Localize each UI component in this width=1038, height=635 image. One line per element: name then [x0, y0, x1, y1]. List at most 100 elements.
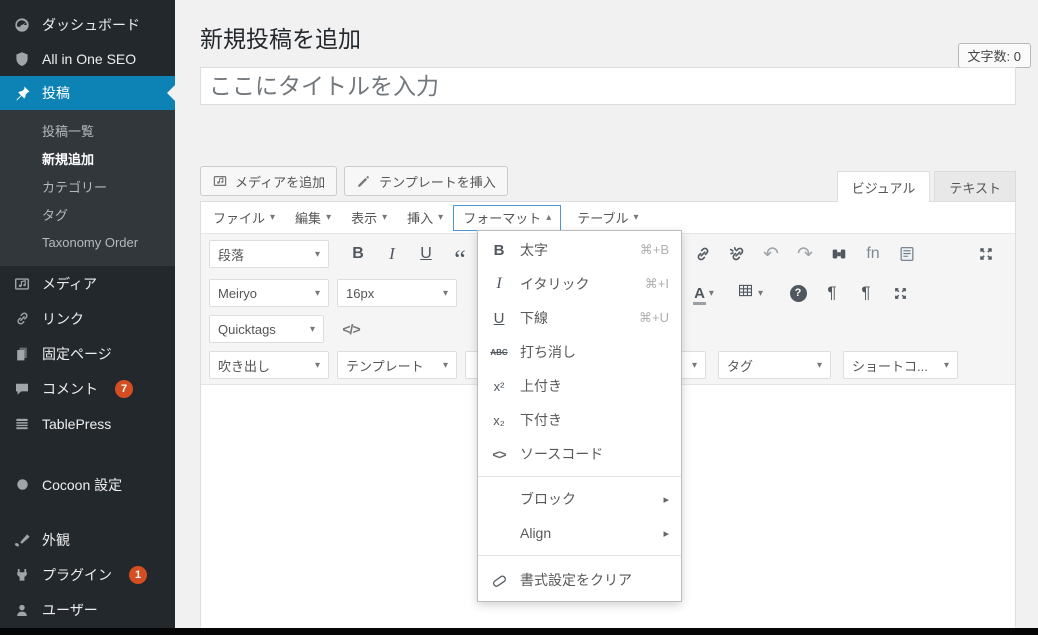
format-menu-item-underline[interactable]: U 下線 ⌘+U: [478, 301, 681, 335]
sidebar-item-tablepress[interactable]: TablePress: [0, 406, 175, 441]
menu-file[interactable]: ファイル ▾: [203, 205, 285, 231]
format-item-label: Align: [520, 525, 552, 541]
submenu-item-categories[interactable]: カテゴリー: [0, 172, 175, 200]
underline-button[interactable]: U: [409, 240, 443, 268]
submenu-item-taxonomy-order[interactable]: Taxonomy Order: [0, 228, 175, 256]
post-title-input[interactable]: [200, 67, 1016, 105]
link-button[interactable]: [686, 240, 720, 268]
eraser-icon: [487, 572, 511, 589]
sidebar-item-media[interactable]: メディア: [0, 266, 175, 301]
footnote-icon[interactable]: fn: [856, 240, 890, 268]
add-media-button[interactable]: メディアを追加: [200, 166, 338, 196]
expand-icon[interactable]: [883, 279, 917, 307]
text-color-button[interactable]: A ▾: [681, 279, 727, 307]
menu-view[interactable]: 表示 ▾: [341, 205, 397, 231]
submenu-item-label: 投稿一覧: [42, 123, 95, 139]
admin-sidebar: ダッシュボード All in One SEO 投稿 投稿一覧 新規追加 カテゴリ…: [0, 0, 175, 635]
format-menu-item-bold[interactable]: B 太字 ⌘+B: [478, 233, 681, 267]
font-family-select[interactable]: Meiryo ▾: [209, 279, 329, 307]
menu-label: 表示: [351, 211, 378, 226]
format-menu-item-italic[interactable]: I イタリック ⌘+I: [478, 267, 681, 301]
blockquote-button[interactable]: “: [443, 240, 477, 273]
unlink-button[interactable]: [720, 240, 754, 268]
sidebar-item-pages[interactable]: 固定ページ: [0, 336, 175, 371]
sidebar-item-links[interactable]: リンク: [0, 301, 175, 336]
paragraph-mark-button-2[interactable]: ¶: [849, 279, 883, 307]
page-title: 新規投稿を追加: [200, 26, 361, 52]
plugins-count-badge: 1: [129, 565, 147, 584]
chevron-down-icon: ▾: [309, 323, 315, 335]
tab-text[interactable]: テキスト: [934, 171, 1016, 201]
toolbar-row2-right-group: A ▾ ▾ ? ¶ ¶: [681, 279, 917, 307]
shortcut-label: ⌘+B: [639, 242, 669, 257]
sidebar-item-comments[interactable]: コメント 7: [0, 371, 175, 406]
sidebar-item-posts[interactable]: 投稿: [0, 76, 175, 110]
submenu-item-add-new[interactable]: 新規追加: [0, 144, 175, 172]
sidebar-item-plugins[interactable]: プラグイン 1: [0, 557, 175, 592]
redo-icon[interactable]: ↷: [788, 240, 822, 268]
fullscreen-icon[interactable]: [969, 240, 1003, 268]
format-menu-item-superscript[interactable]: x² 上付き: [478, 369, 681, 403]
menu-separator: [478, 555, 681, 556]
format-menu-item-subscript[interactable]: x₂ 下付き: [478, 403, 681, 437]
sidebar-item-dashboard[interactable]: ダッシュボード: [0, 8, 175, 42]
quicktags-select[interactable]: Quicktags ▾: [209, 315, 324, 343]
menu-table[interactable]: テーブル ▾: [567, 205, 648, 231]
undo-icon[interactable]: ↶: [754, 240, 788, 268]
italic-button[interactable]: I: [375, 240, 409, 268]
menu-edit[interactable]: 編集 ▾: [285, 205, 341, 231]
submenu-item-tags[interactable]: タグ: [0, 200, 175, 228]
menu-label: ファイル: [213, 211, 266, 226]
sidebar-item-appearance[interactable]: 外観: [0, 522, 175, 557]
pencil-icon: [356, 173, 372, 189]
submenu-arrow-icon: ▸: [663, 527, 669, 540]
font-size-select[interactable]: 16px ▾: [337, 279, 457, 307]
search-replace-icon[interactable]: [822, 240, 856, 268]
menu-insert[interactable]: 挿入 ▾: [397, 205, 453, 231]
sidebar-item-users[interactable]: ユーザー: [0, 592, 175, 627]
table-button[interactable]: ▾: [727, 279, 773, 307]
sidebar-item-label: All in One SEO: [42, 51, 137, 67]
circle-icon: [12, 475, 32, 495]
submenu-item-all-posts[interactable]: 投稿一覧: [0, 116, 175, 144]
select-value: タグ: [727, 358, 754, 374]
format-menu-item-blocks[interactable]: ブロック ▸: [478, 482, 681, 516]
sidebar-item-aioseo[interactable]: All in One SEO: [0, 42, 175, 76]
chevron-down-icon: ▾: [633, 212, 639, 223]
chevron-down-icon: ▾: [442, 359, 448, 371]
select-value: Quicktags: [218, 321, 276, 337]
shortcode-select[interactable]: ショートコ... ▾: [843, 351, 958, 379]
format-menu-item-align[interactable]: Align ▸: [478, 516, 681, 550]
shield-icon: [12, 49, 32, 69]
paragraph-mark-button[interactable]: ¶: [815, 279, 849, 307]
template-select[interactable]: テンプレート ▾: [337, 351, 457, 379]
insert-template-button[interactable]: テンプレートを挿入: [344, 166, 508, 196]
strikethrough-icon: ABC: [490, 347, 508, 357]
select-value: テンプレート: [346, 358, 424, 374]
block-format-select[interactable]: 段落 ▾: [209, 240, 329, 268]
tab-visual[interactable]: ビジュアル: [836, 171, 931, 202]
format-item-label: 打ち消し: [520, 344, 576, 360]
table-grid-icon: [737, 282, 754, 304]
format-item-label: イタリック: [520, 276, 590, 292]
tag-select[interactable]: タグ ▾: [718, 351, 831, 379]
format-menu-item-clear-formatting[interactable]: 書式設定をクリア: [478, 561, 681, 599]
submenu-item-label: Taxonomy Order: [42, 234, 139, 250]
help-button[interactable]: ?: [781, 279, 815, 307]
table-of-contents-icon[interactable]: [890, 240, 924, 268]
format-menu-item-source-code[interactable]: <> ソースコード: [478, 437, 681, 471]
menu-label: フォーマット: [463, 211, 542, 226]
chevron-down-icon: ▾: [314, 287, 320, 299]
superscript-icon: x²: [493, 378, 505, 394]
format-item-label: ブロック: [520, 491, 576, 507]
menu-format[interactable]: フォーマット ▴: [453, 204, 562, 231]
bold-button[interactable]: B: [341, 240, 375, 268]
sidebar-item-cocoon[interactable]: Cocoon 設定: [0, 467, 175, 502]
menu-label: 挿入: [407, 211, 434, 226]
format-menu-item-strikethrough[interactable]: ABC 打ち消し: [478, 335, 681, 369]
select-value: 16px: [346, 285, 375, 301]
sidebar-item-label: 外観: [42, 531, 70, 548]
code-tag-icon[interactable]: </>: [334, 315, 368, 343]
speech-bubble-select[interactable]: 吹き出し ▾: [209, 351, 329, 379]
format-item-label: 上付き: [520, 378, 562, 394]
